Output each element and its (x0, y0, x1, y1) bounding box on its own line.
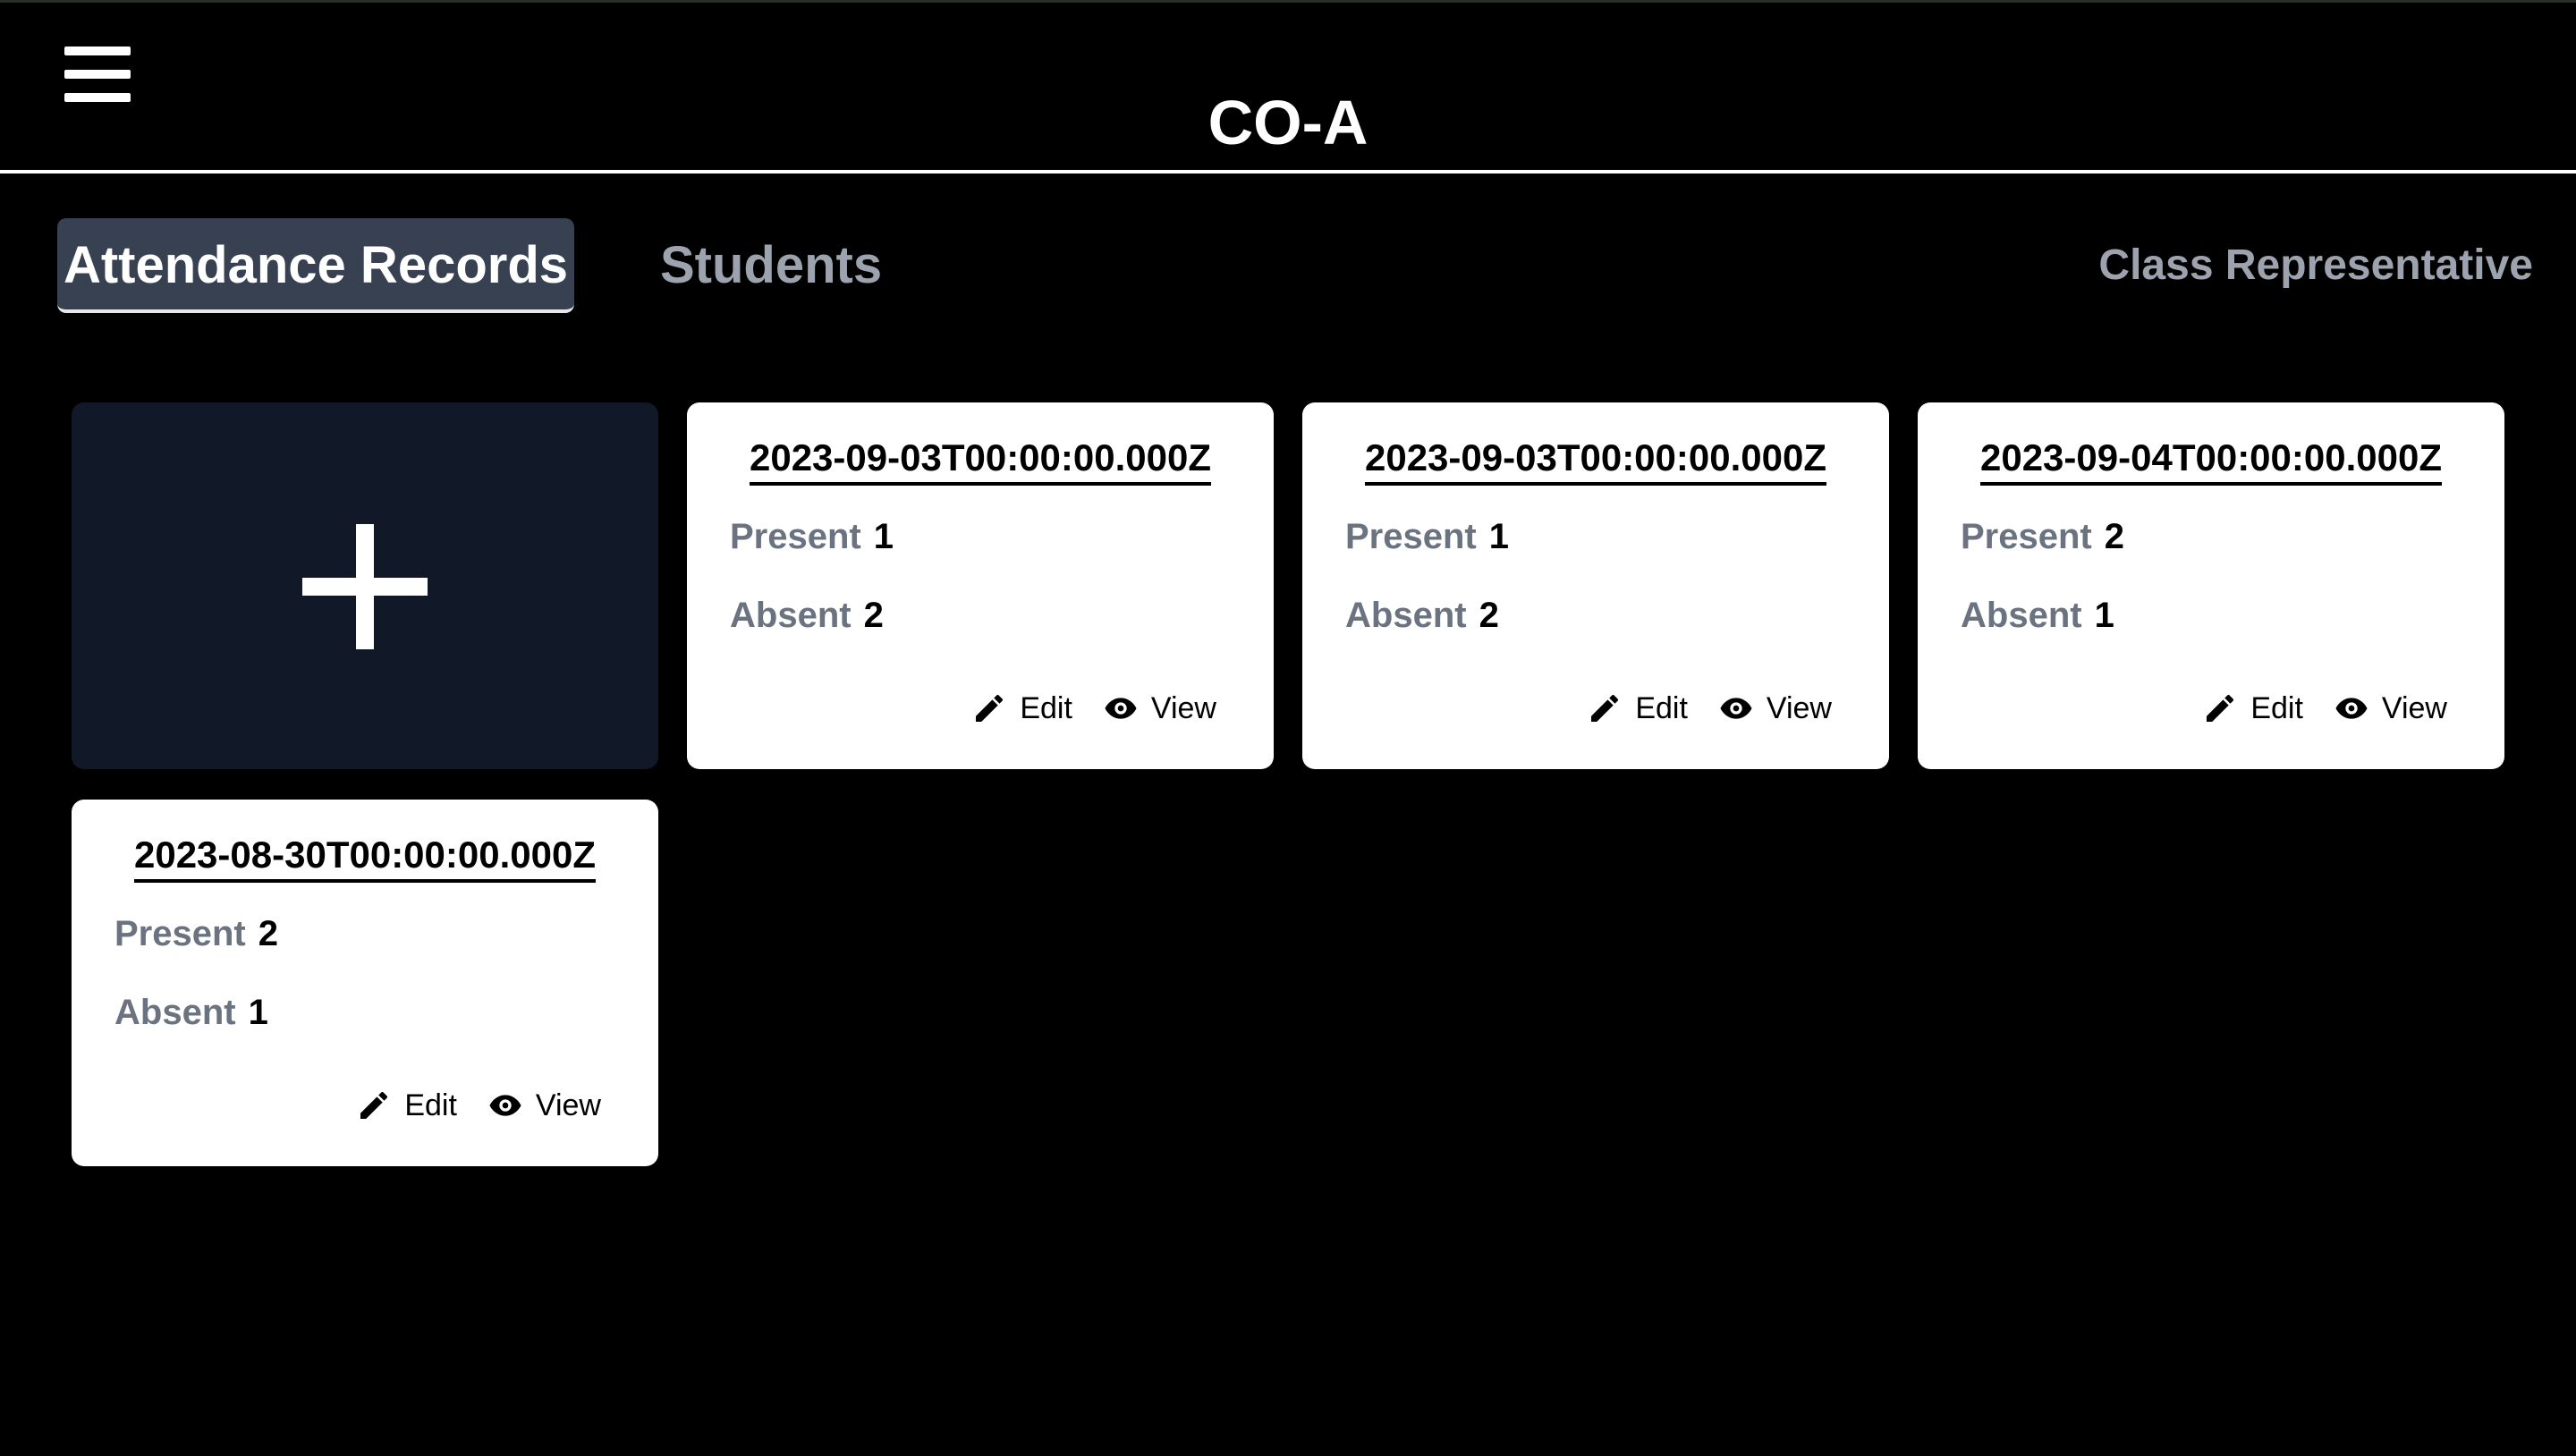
edit-button[interactable]: Edit (356, 1088, 457, 1123)
plus-icon-bar (302, 578, 428, 596)
eye-icon (1720, 698, 1752, 719)
pencil-icon (2207, 694, 2234, 722)
record-actions: Edit View (2202, 685, 2447, 732)
tab-attendance-records[interactable]: Attendance Records (57, 218, 574, 313)
tab-students[interactable]: Students (660, 218, 882, 313)
present-count: Present 1 (730, 517, 894, 556)
view-button[interactable]: View (1718, 690, 1832, 726)
edit-button[interactable]: Edit (971, 690, 1072, 726)
absent-count: Absent 1 (114, 993, 268, 1032)
record-card: 2023-08-30T00:00:00.000Z Present 2 Absent… (72, 800, 658, 1166)
present-count: Present 1 (1345, 517, 1509, 556)
present-count: Present 2 (114, 914, 278, 953)
record-date: 2023-09-03T00:00:00.000Z (1302, 435, 1889, 486)
app-header: CO-A (0, 0, 2576, 174)
record-date: 2023-08-30T00:00:00.000Z (72, 832, 658, 883)
edit-button[interactable]: Edit (1587, 690, 1688, 726)
role-label: Class Representative (2098, 241, 2533, 289)
add-record-button[interactable] (72, 402, 658, 769)
record-date: 2023-09-04T00:00:00.000Z (1918, 435, 2504, 486)
record-actions: Edit View (971, 685, 1216, 732)
page-title: CO-A (1208, 88, 1368, 157)
eye-icon (2335, 698, 2368, 719)
pencil-icon (976, 694, 1004, 722)
eye-icon (1105, 698, 1137, 719)
record-date: 2023-09-03T00:00:00.000Z (687, 435, 1274, 486)
record-actions: Edit View (356, 1082, 601, 1129)
edit-button[interactable]: Edit (2202, 690, 2303, 726)
absent-count: Absent 2 (730, 596, 884, 635)
absent-count: Absent 1 (1961, 596, 2114, 635)
view-button[interactable]: View (487, 1088, 601, 1123)
pencil-icon (360, 1091, 388, 1119)
tab-bar: Attendance Records Students Class Repres… (0, 218, 2576, 317)
record-card: 2023-09-04T00:00:00.000Z Present 2 Absent… (1918, 402, 2504, 769)
pencil-icon (1591, 694, 1619, 722)
view-button[interactable]: View (1103, 690, 1216, 726)
present-count: Present 2 (1961, 517, 2124, 556)
view-button[interactable]: View (2334, 690, 2447, 726)
record-card: 2023-09-03T00:00:00.000Z Present 1 Absent… (687, 402, 1274, 769)
absent-count: Absent 2 (1345, 596, 1499, 635)
eye-icon (489, 1095, 521, 1116)
record-actions: Edit View (1587, 685, 1832, 732)
record-card: 2023-09-03T00:00:00.000Z Present 1 Absent… (1302, 402, 1889, 769)
